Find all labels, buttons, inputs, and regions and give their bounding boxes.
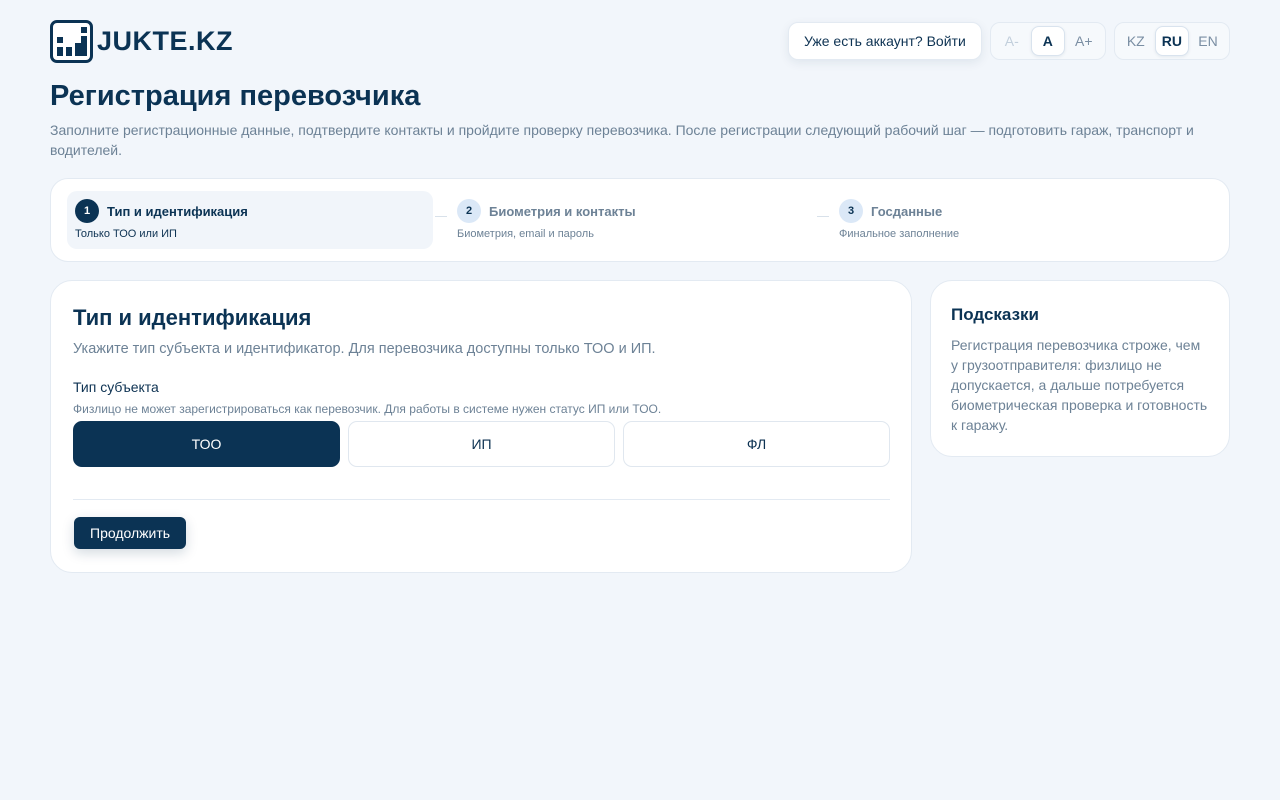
registration-form-card: Тип и идентификация Укажите тип субъекта… xyxy=(50,280,912,573)
step-subtitle: Только ТОО или ИП xyxy=(75,228,177,240)
registration-stepper: 1 Тип и идентификация Только ТОО или ИП … xyxy=(50,178,1230,262)
logo[interactable]: JUKTE.KZ xyxy=(50,19,234,63)
step-subtitle: Финальное заполнение xyxy=(839,228,960,240)
step-government-data[interactable]: 3 Госданные Финальное заполнение xyxy=(831,191,1197,249)
language-switcher: KZ RU EN xyxy=(1113,22,1230,60)
hints-card: Подсказки Регистрация перевозчика строже… xyxy=(930,280,1230,457)
header-controls: Уже есть аккаунт? Войти A- A A+ KZ RU EN xyxy=(787,22,1230,60)
language-en[interactable]: EN xyxy=(1191,26,1225,56)
continue-button[interactable]: Продолжить xyxy=(74,517,187,549)
step-number: 1 xyxy=(75,199,99,223)
step-title: Тип и идентификация xyxy=(107,203,248,219)
logo-text: JUKTE.KZ xyxy=(97,25,234,56)
step-title: Биометрия и контакты xyxy=(489,203,636,219)
language-kz[interactable]: KZ xyxy=(1119,26,1153,56)
subject-type-selector: ТОО ИП ФЛ xyxy=(73,421,890,467)
divider xyxy=(73,499,890,500)
font-size-increase[interactable]: A+ xyxy=(1067,26,1101,56)
form-description: Укажите тип субъекта и идентификатор. Дл… xyxy=(73,341,656,357)
font-size-normal[interactable]: A xyxy=(1030,26,1065,56)
subject-type-ip[interactable]: ИП xyxy=(348,421,615,467)
font-size-switcher: A- A A+ xyxy=(989,22,1106,60)
logo-icon xyxy=(50,19,93,63)
step-number: 3 xyxy=(839,199,863,223)
subject-type-fl[interactable]: ФЛ xyxy=(623,421,890,467)
step-title: Госданные xyxy=(871,203,943,219)
form-title: Тип и идентификация xyxy=(73,305,312,330)
header: JUKTE.KZ Уже есть аккаунт? Войти A- A A+… xyxy=(50,18,1230,64)
font-size-decrease[interactable]: A- xyxy=(995,26,1029,56)
hints-title: Подсказки xyxy=(951,305,1039,324)
page-title: Регистрация перевозчика xyxy=(50,80,421,112)
login-button[interactable]: Уже есть аккаунт? Войти xyxy=(787,22,982,60)
step-subtitle: Биометрия, email и пароль xyxy=(457,228,594,240)
step-separator xyxy=(435,216,447,217)
step-type-identification[interactable]: 1 Тип и идентификация Только ТОО или ИП xyxy=(67,191,433,249)
subject-type-label: Тип субъекта xyxy=(73,379,159,395)
subject-type-hint: Физлицо не может зарегистрироваться как … xyxy=(73,402,662,416)
language-ru[interactable]: RU xyxy=(1154,26,1189,56)
step-separator xyxy=(817,216,829,217)
subject-type-too[interactable]: ТОО xyxy=(73,421,340,467)
page-description: Заполните регистрационные данные, подтве… xyxy=(50,122,1194,158)
step-biometrics-contacts[interactable]: 2 Биометрия и контакты Биометрия, email … xyxy=(449,191,815,249)
step-number: 2 xyxy=(457,199,481,223)
hints-text: Регистрация перевозчика строже, чем у гр… xyxy=(951,337,1208,433)
